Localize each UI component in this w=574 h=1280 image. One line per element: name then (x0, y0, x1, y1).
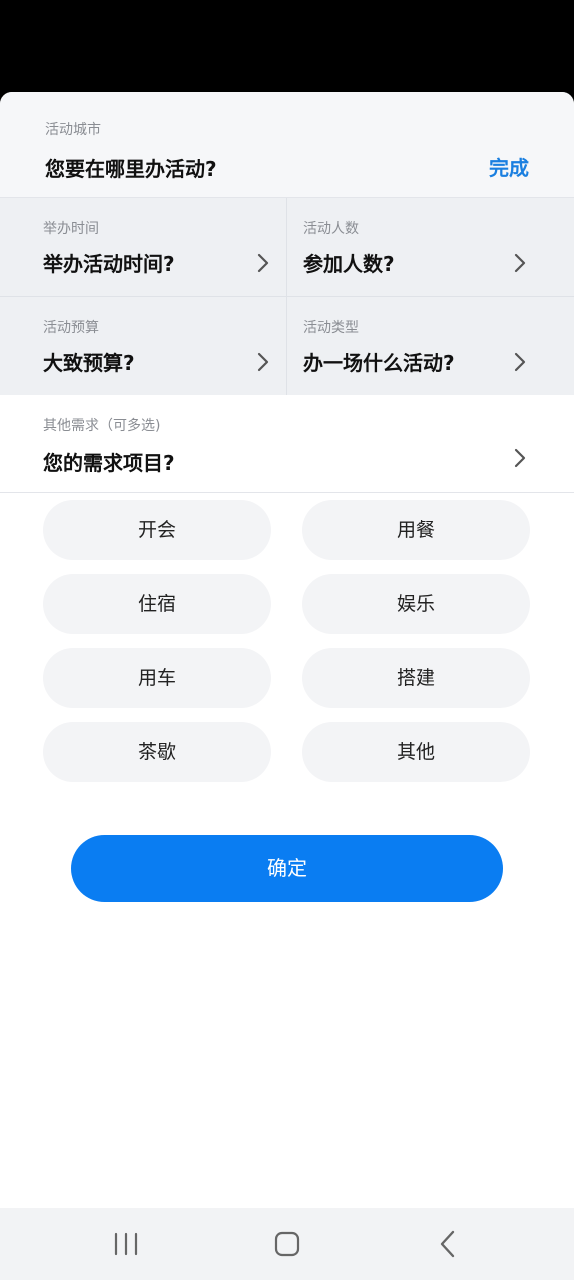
done-button[interactable]: 完成 (489, 152, 529, 181)
budget-label: 活动预算 (43, 320, 99, 336)
budget-field[interactable]: 活动预算 大致预算? (0, 297, 287, 395)
back-icon[interactable] (428, 1226, 468, 1262)
city-section[interactable]: 活动城市 您要在哪里办活动? 完成 (0, 92, 574, 198)
type-field[interactable]: 活动类型 办一场什么活动? (287, 297, 574, 395)
time-label: 举办时间 (43, 221, 99, 237)
needs-section[interactable]: 其他需求（可多选) 您的需求项目? (0, 395, 574, 493)
type-prompt: 办一场什么活动? (303, 351, 455, 375)
activity-fields-grid: 举办时间 举办活动时间? 活动人数 参加人数? 活动预算 大致预算? 活动类型 … (0, 198, 574, 395)
system-nav-bar (0, 1208, 574, 1280)
city-prompt: 您要在哪里办活动? (45, 157, 217, 181)
option-lodging[interactable]: 住宿 (43, 574, 271, 634)
option-other[interactable]: 其他 (302, 722, 530, 782)
chevron-right-icon (257, 352, 269, 372)
option-meeting[interactable]: 开会 (43, 500, 271, 560)
home-icon[interactable] (267, 1226, 307, 1262)
chevron-right-icon (514, 448, 526, 468)
attendees-field[interactable]: 活动人数 参加人数? (287, 198, 574, 296)
time-field[interactable]: 举办时间 举办活动时间? (0, 198, 287, 296)
time-prompt: 举办活动时间? (43, 252, 175, 276)
type-label: 活动类型 (303, 320, 359, 336)
needs-label: 其他需求（可多选) (43, 418, 161, 434)
status-bar (0, 0, 574, 92)
budget-prompt: 大致预算? (43, 351, 135, 375)
confirm-button[interactable]: 确定 (71, 835, 503, 902)
recent-apps-icon[interactable] (106, 1226, 146, 1262)
chevron-right-icon (257, 253, 269, 273)
attendees-prompt: 参加人数? (303, 252, 395, 276)
chevron-right-icon (514, 253, 526, 273)
option-tea-break[interactable]: 茶歇 (43, 722, 271, 782)
needs-prompt: 您的需求项目? (43, 451, 175, 475)
attendees-label: 活动人数 (303, 221, 359, 237)
chevron-right-icon (514, 352, 526, 372)
option-vehicle[interactable]: 用车 (43, 648, 271, 708)
activity-form-sheet: 活动城市 您要在哪里办活动? 完成 举办时间 举办活动时间? 活动人数 参加人数… (0, 92, 574, 1208)
option-setup[interactable]: 搭建 (302, 648, 530, 708)
option-dining[interactable]: 用餐 (302, 500, 530, 560)
city-label: 活动城市 (45, 122, 101, 138)
option-entertainment[interactable]: 娱乐 (302, 574, 530, 634)
